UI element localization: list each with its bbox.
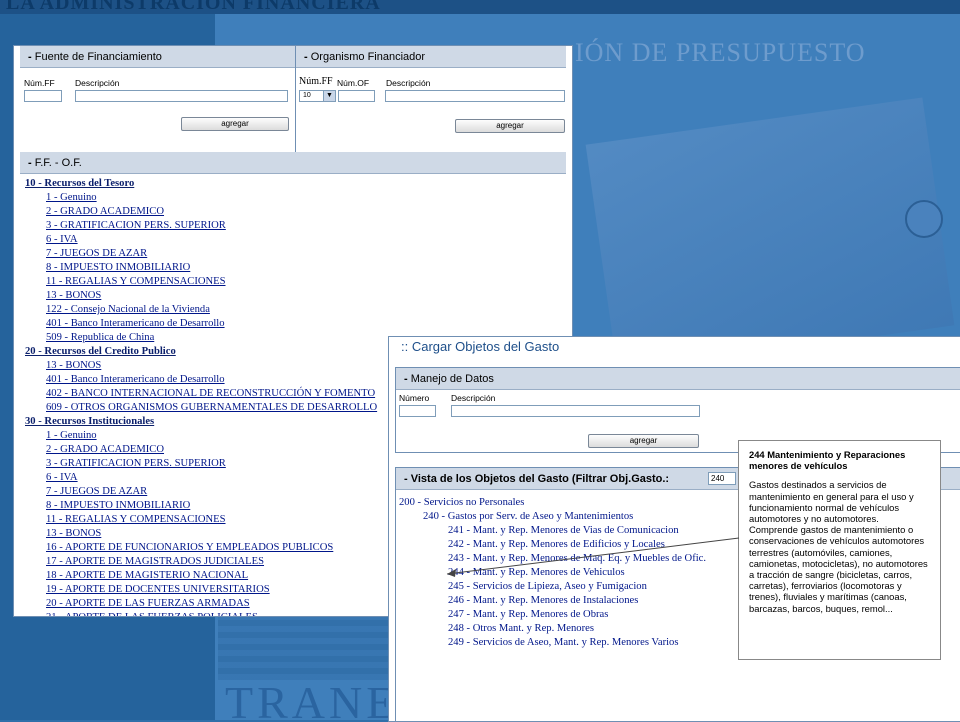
ffof-item-link[interactable]: 11 - REGALIAS Y COMPENSACIONES — [46, 276, 226, 287]
ffof-header-label: F.F. - O.F. — [34, 157, 82, 169]
objetos-add-button[interactable]: agregar — [588, 434, 699, 448]
org-desc-input[interactable] — [385, 90, 565, 102]
ffof-item-link[interactable]: 2 - GRADO ACADEMICO — [46, 206, 164, 217]
ffof-item-link[interactable]: 20 - APORTE DE LAS FUERZAS ARMADAS — [46, 598, 250, 609]
ffof-item-link[interactable]: 122 - Consejo Nacional de la Vivienda — [46, 304, 210, 315]
fuente-add-button[interactable]: agregar — [181, 117, 289, 131]
num-ff-input[interactable] — [24, 90, 62, 102]
objeto-item[interactable]: 245 - Servicios de Lipieza, Aseo y Fumig… — [448, 581, 647, 592]
ffof-item-link[interactable]: 402 - BANCO INTERNACIONAL DE RECONSTRUCC… — [46, 388, 375, 399]
ffof-item-link[interactable]: 21 - APORTE DE LAS FUERZAS POLICIALES — [46, 612, 258, 616]
ffof-item-link[interactable]: 13 - BONOS — [46, 290, 101, 301]
objeto-item[interactable]: 248 - Otros Mant. y Rep. Menores — [448, 623, 594, 634]
chevron-down-icon: ▼ — [323, 91, 335, 101]
objeto-item[interactable]: 242 - Mant. y Rep. Menores de Edificios … — [448, 539, 665, 550]
manejo-header: - Manejo de Datos — [396, 368, 960, 390]
fuente-header: - Fuente de Financiamiento — [20, 46, 295, 68]
seal-icon — [905, 200, 943, 238]
objeto-item[interactable]: 243 - Mant. y Rep. Menores de Maq. Eq. y… — [448, 553, 706, 564]
ffof-item-link[interactable]: 401 - Banco Interamericano de Desarrollo — [46, 318, 225, 329]
ffof-item-link[interactable]: 609 - OTROS ORGANISMOS GUBERNAMENTALES D… — [46, 402, 377, 413]
manejo-header-label: Manejo de Datos — [410, 373, 494, 385]
ffof-item-link[interactable]: 509 - Republica de China — [46, 332, 154, 343]
ffof-item-link[interactable]: 16 - APORTE DE FUNCIONARIOS Y EMPLEADOS … — [46, 542, 333, 553]
org-num-of-label: Núm.OF — [337, 78, 370, 88]
ffof-item-link[interactable]: 8 - IMPUESTO INMOBILIARIO — [46, 262, 190, 273]
obj-desc-label: Descripción — [451, 393, 496, 403]
background-top-title: LA ADMINISTRACION FINANCIERA — [6, 0, 381, 14]
ffof-item-link[interactable]: 13 - BONOS — [46, 360, 101, 371]
fuente-header-label: Fuente de Financiamiento — [34, 51, 162, 63]
obj-desc-input[interactable] — [451, 405, 700, 417]
ffof-item-link[interactable]: 8 - IMPUESTO INMOBILIARIO — [46, 500, 190, 511]
objeto-item[interactable]: 247 - Mant. y Rep. Menores de Obras — [448, 609, 608, 620]
ffof-item-link[interactable]: 2 - GRADO ACADEMICO — [46, 444, 164, 455]
objeto-item[interactable]: 249 - Servicios de Aseo, Mant. y Rep. Me… — [448, 637, 678, 648]
description-tooltip: 244 Mantenimiento y Reparaciones menores… — [738, 440, 941, 660]
ffof-group-link[interactable]: 30 - Recursos Institucionales — [25, 416, 154, 427]
background-document-image — [585, 97, 955, 373]
numero-input[interactable] — [399, 405, 436, 417]
ffof-item-link[interactable]: 1 - Genuino — [46, 430, 97, 441]
ffof-group-link[interactable]: 10 - Recursos del Tesoro — [25, 178, 134, 189]
numero-label: Número — [399, 393, 430, 403]
ffof-item-link[interactable]: 18 - APORTE DE MAGISTERIO NACIONAL — [46, 570, 248, 581]
org-ff-select-value: 10 — [303, 92, 311, 99]
ffof-item-link[interactable]: 3 - GRATIFICACION PERS. SUPERIOR — [46, 458, 226, 469]
ffof-item-link[interactable]: 401 - Banco Interamericano de Desarrollo — [46, 374, 225, 385]
desc-label: Descripción — [75, 78, 120, 88]
ffof-item-link[interactable]: 1 - Genuino — [46, 192, 97, 203]
objeto-item[interactable]: 244 - Mant. y Rep. Menores de Vehiculos — [448, 567, 625, 578]
fuente-panel: - Fuente de Financiamiento Núm.FF Descri… — [20, 46, 296, 153]
ffof-header: - F.F. - O.F. — [20, 152, 566, 174]
objeto-item[interactable]: 240 - Gastos por Serv. de Aseo y Manteni… — [423, 511, 633, 522]
ffof-item-link[interactable]: 3 - GRATIFICACION PERS. SUPERIOR — [46, 220, 226, 231]
ffof-item-link[interactable]: 7 - JUEGOS DE AZAR — [46, 248, 147, 259]
background-title: IÓN DE PRESUPUESTO — [575, 38, 866, 67]
ffof-item-link[interactable]: 6 - IVA — [46, 472, 78, 483]
organismo-header-label: Organismo Financiador — [310, 51, 426, 63]
org-num-ff-label: Núm.FF — [299, 76, 333, 87]
num-ff-label: Núm.FF — [24, 78, 55, 88]
objeto-item[interactable]: 200 - Servicios no Personales — [399, 497, 524, 508]
tooltip-title: 244 Mantenimiento y Reparaciones menores… — [749, 449, 906, 472]
vista-header-label: Vista de los Objetos del Gasto (Filtrar … — [410, 473, 670, 485]
desc-input[interactable] — [75, 90, 288, 102]
ffof-group-link[interactable]: 20 - Recursos del Credito Publico — [25, 346, 176, 357]
org-num-of-input[interactable] — [338, 90, 375, 102]
objeto-item[interactable]: 246 - Mant. y Rep. Menores de Instalacio… — [448, 595, 638, 606]
organismo-header: - Organismo Financiador — [296, 46, 566, 68]
organismo-panel: - Organismo Financiador Núm.FF Núm.OF De… — [296, 46, 566, 153]
ffof-item-link[interactable]: 6 - IVA — [46, 234, 78, 245]
tooltip-body: Gastos destinados a servicios de manteni… — [749, 479, 928, 614]
organismo-add-button[interactable]: agregar — [455, 119, 565, 133]
ffof-item-link[interactable]: 7 - JUEGOS DE AZAR — [46, 486, 147, 497]
ffof-item-link[interactable]: 17 - APORTE DE MAGISTRADOS JUDICIALES — [46, 556, 264, 567]
org-desc-label: Descripción — [386, 78, 431, 88]
objetos-title: :: Cargar Objetos del Gasto — [389, 337, 960, 357]
ffof-item-link[interactable]: 11 - REGALIAS Y COMPENSACIONES — [46, 514, 226, 525]
org-ff-select[interactable]: 10 ▼ — [299, 90, 336, 102]
objeto-item[interactable]: 241 - Mant. y Rep. Menores de Vias de Co… — [448, 525, 679, 536]
filter-input[interactable]: 240 — [708, 472, 736, 485]
ffof-item-link[interactable]: 13 - BONOS — [46, 528, 101, 539]
ffof-item-link[interactable]: 19 - APORTE DE DOCENTES UNIVERSITARIOS — [46, 584, 270, 595]
